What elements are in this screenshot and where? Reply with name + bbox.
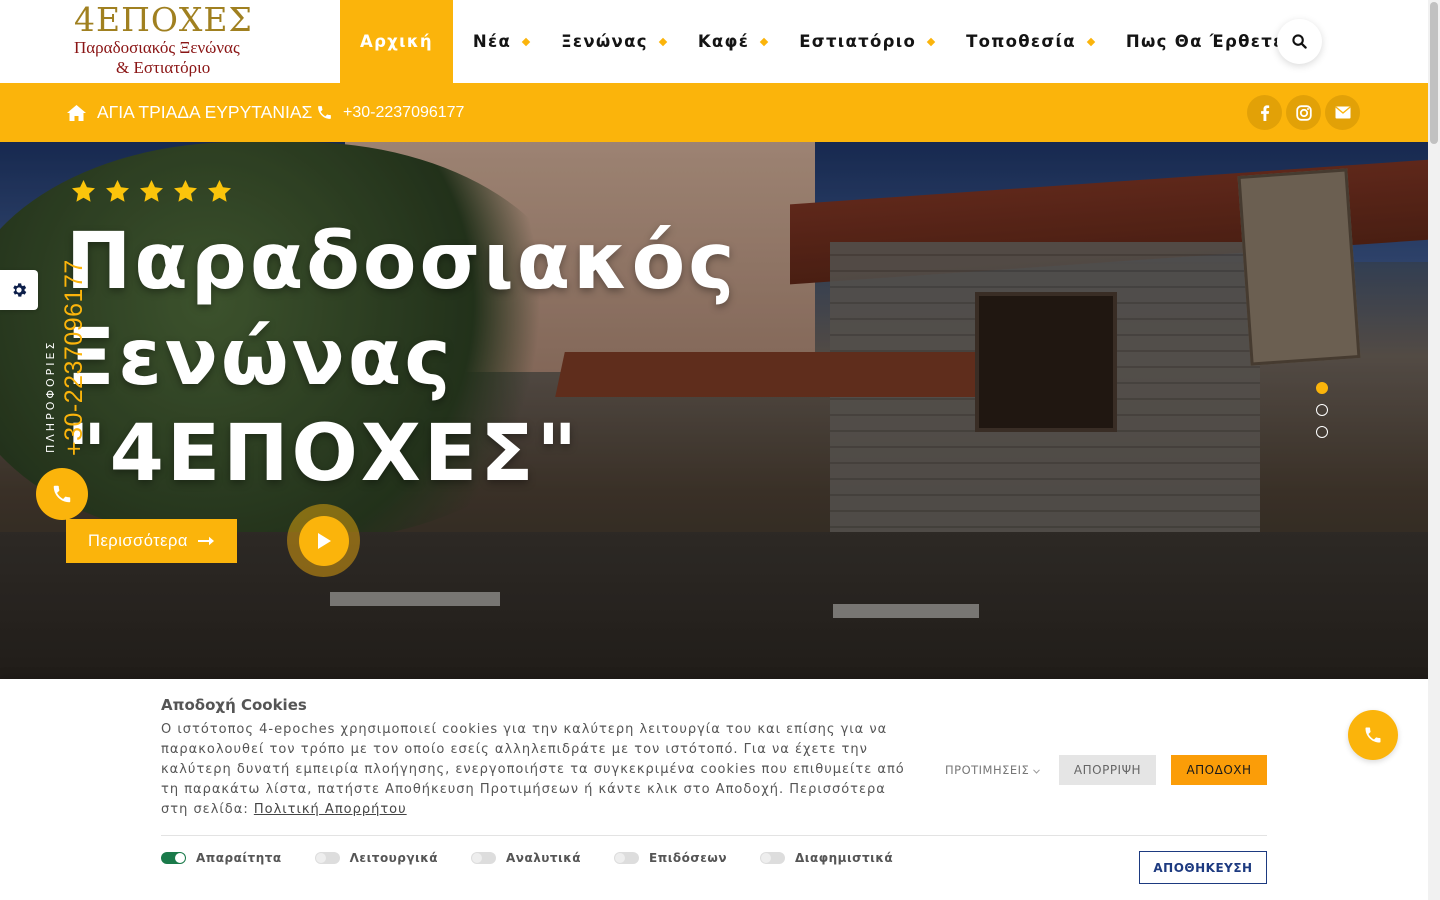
- star-rating: [72, 180, 231, 202]
- hero-title-line: Παραδοσιακός: [66, 217, 738, 307]
- arrow-right-icon: [197, 536, 214, 546]
- call-button-right[interactable]: [1348, 710, 1398, 760]
- main-nav: Αρχική Νέα Ξενώνας Καφέ Εστιατόριο Τοποθ…: [340, 0, 1314, 83]
- slider-dot-3[interactable]: [1316, 426, 1328, 438]
- side-info-label: ΠΛΗΡΟΦΟΡΙΕΣ: [44, 339, 57, 453]
- save-preferences-button[interactable]: ΑΠΟΘΗΚΕΥΣΗ: [1139, 851, 1267, 884]
- preferences-toggle[interactable]: ΠΡΟΤΙΜΗΣΕΙΣ: [945, 763, 1041, 777]
- toggle-label: Απαραίτητα: [196, 851, 282, 865]
- dropdown-diamond-icon: [759, 37, 769, 46]
- slider-dot-2[interactable]: [1316, 404, 1328, 416]
- nav-item-cafe[interactable]: Καφέ: [678, 0, 779, 83]
- toggle-switch: [760, 852, 785, 864]
- toggle-switch: [614, 852, 640, 864]
- nav-item-guesthouse[interactable]: Ξενώνας: [541, 0, 678, 83]
- chevron-down-icon: [1033, 769, 1041, 774]
- toggle-label: Λειτουργικά: [349, 851, 438, 865]
- contact-bar: ΑΓΙΑ ΤΡΙΑΔΑ ΕΥΡΥΤΑΝΙΑΣ +30-2237096177: [0, 83, 1428, 142]
- address-info: ΑΓΙΑ ΤΡΙΑΔΑ ΕΥΡΥΤΑΝΙΑΣ: [66, 83, 312, 142]
- star-icon: [72, 180, 95, 202]
- scrollbar-thumb[interactable]: [1430, 2, 1438, 144]
- privacy-policy-link[interactable]: Πολιτική Απορρήτου: [254, 802, 407, 817]
- search-button[interactable]: [1277, 19, 1322, 64]
- side-phone[interactable]: +30-2237096177: [60, 259, 89, 456]
- hero-title-line: Ξενώνας: [66, 313, 454, 403]
- nav-item-home[interactable]: Αρχική: [340, 0, 453, 83]
- cookie-categories: Απαραίτητα Λειτουργικά Αναλυτικά Επιδόσε…: [161, 851, 926, 865]
- video-play-button[interactable]: [287, 504, 360, 577]
- star-icon: [208, 180, 231, 202]
- envelope-icon: [1334, 106, 1351, 119]
- cookie-title: Αποδοχή Cookies: [161, 696, 307, 714]
- nav-item-restaurant[interactable]: Εστιατόριο: [779, 0, 946, 83]
- toggle-switch: [314, 852, 340, 864]
- dropdown-diamond-icon: [521, 37, 531, 46]
- home-icon: [67, 104, 86, 121]
- toggle-advertising[interactable]: Διαφημιστικά: [760, 851, 893, 865]
- toggle-switch: [471, 852, 496, 864]
- address-text: ΑΓΙΑ ΤΡΙΑΔΑ ΕΥΡΥΤΑΝΙΑΣ: [97, 102, 313, 122]
- site-logo[interactable]: 4ΕΠΟΧΕΣ Παραδοσιακός Ξενώνας & Εστιατόρι…: [74, 2, 260, 80]
- toggle-necessary[interactable]: Απαραίτητα: [161, 851, 282, 865]
- page-scrollbar[interactable]: [1428, 0, 1440, 900]
- hero-slider: Παραδοσιακός Ξενώνας "4ΕΠΟΧΕΣ" Περισσότε…: [0, 142, 1428, 679]
- star-icon: [140, 180, 163, 202]
- play-icon: [317, 532, 331, 549]
- nav-label: Αρχική: [360, 32, 433, 51]
- facebook-link[interactable]: [1247, 95, 1282, 130]
- facebook-icon: [1260, 104, 1269, 121]
- cookie-banner: Αποδοχή Cookies Ο ιστότοπος 4-epoches χρ…: [0, 679, 1428, 900]
- cookie-text: Ο ιστότοπος 4-epoches χρησιμοποιεί cooki…: [161, 720, 911, 820]
- logo-subtitle-2: & Εστιατόριο: [116, 58, 211, 77]
- nav-label: Ξενώνας: [561, 32, 648, 51]
- gear-icon: [13, 283, 27, 297]
- nav-label: Εστιατόριο: [799, 32, 917, 51]
- phone-icon: [318, 106, 331, 119]
- toggle-performance[interactable]: Επιδόσεων: [614, 851, 727, 865]
- toggle-label: Διαφημιστικά: [795, 851, 894, 865]
- star-icon: [106, 180, 129, 202]
- dropdown-diamond-icon: [1086, 37, 1096, 46]
- hero-title-line: "4ΕΠΟΧΕΣ": [66, 409, 581, 499]
- play-button-core: [298, 515, 349, 566]
- phone-icon: [53, 485, 71, 503]
- nav-label: Νέα: [472, 32, 512, 51]
- preferences-label: ΠΡΟΤΙΜΗΣΕΙΣ: [945, 763, 1030, 777]
- slider-dots: [1316, 382, 1328, 438]
- nav-item-news[interactable]: Νέα: [453, 0, 541, 83]
- search-icon: [1292, 34, 1307, 49]
- nav-label: Καφέ: [697, 32, 750, 51]
- site-header: 4ΕΠΟΧΕΣ Παραδοσιακός Ξενώνας & Εστιατόρι…: [0, 0, 1428, 83]
- phone-text: +30-2237096177: [343, 103, 465, 121]
- more-button-label: Περισσότερα: [88, 531, 188, 550]
- hero-title: Παραδοσιακός Ξενώνας "4ΕΠΟΧΕΣ": [66, 214, 766, 502]
- settings-tab[interactable]: [0, 270, 38, 310]
- toggle-label: Επιδόσεων: [649, 851, 727, 865]
- instagram-icon: [1295, 104, 1312, 121]
- dropdown-diamond-icon: [658, 37, 668, 46]
- accept-button[interactable]: ΑΠΟΔΟΧΗ: [1171, 755, 1267, 785]
- side-contact: ΠΛΗΡΟΦΟΡΙΕΣ +30-2237096177: [40, 228, 90, 458]
- more-button[interactable]: Περισσότερα: [66, 519, 237, 563]
- call-button-left[interactable]: [36, 468, 88, 520]
- star-icon: [174, 180, 197, 202]
- instagram-link[interactable]: [1286, 95, 1321, 130]
- nav-label: Πως Θα Έρθετε: [1125, 32, 1284, 51]
- slider-dot-1[interactable]: [1316, 382, 1328, 394]
- phone-info[interactable]: +30-2237096177: [316, 83, 464, 142]
- toggle-functional[interactable]: Λειτουργικά: [314, 851, 438, 865]
- nav-label: Τοποθεσία: [966, 32, 1076, 51]
- dropdown-diamond-icon: [926, 37, 936, 46]
- divider: [161, 835, 1267, 836]
- toggle-label: Αναλυτικά: [506, 851, 582, 865]
- email-link[interactable]: [1325, 95, 1360, 130]
- nav-item-location[interactable]: Τοποθεσία: [946, 0, 1106, 83]
- toggle-analytics[interactable]: Αναλυτικά: [471, 851, 581, 865]
- logo-subtitle: Παραδοσιακός Ξενώνας: [74, 38, 240, 57]
- reject-button[interactable]: ΑΠΟΡΡΙΨΗ: [1059, 755, 1156, 785]
- logo-title: 4ΕΠΟΧΕΣ: [74, 0, 253, 39]
- toggle-switch: [161, 852, 186, 864]
- phone-icon: [1365, 727, 1381, 743]
